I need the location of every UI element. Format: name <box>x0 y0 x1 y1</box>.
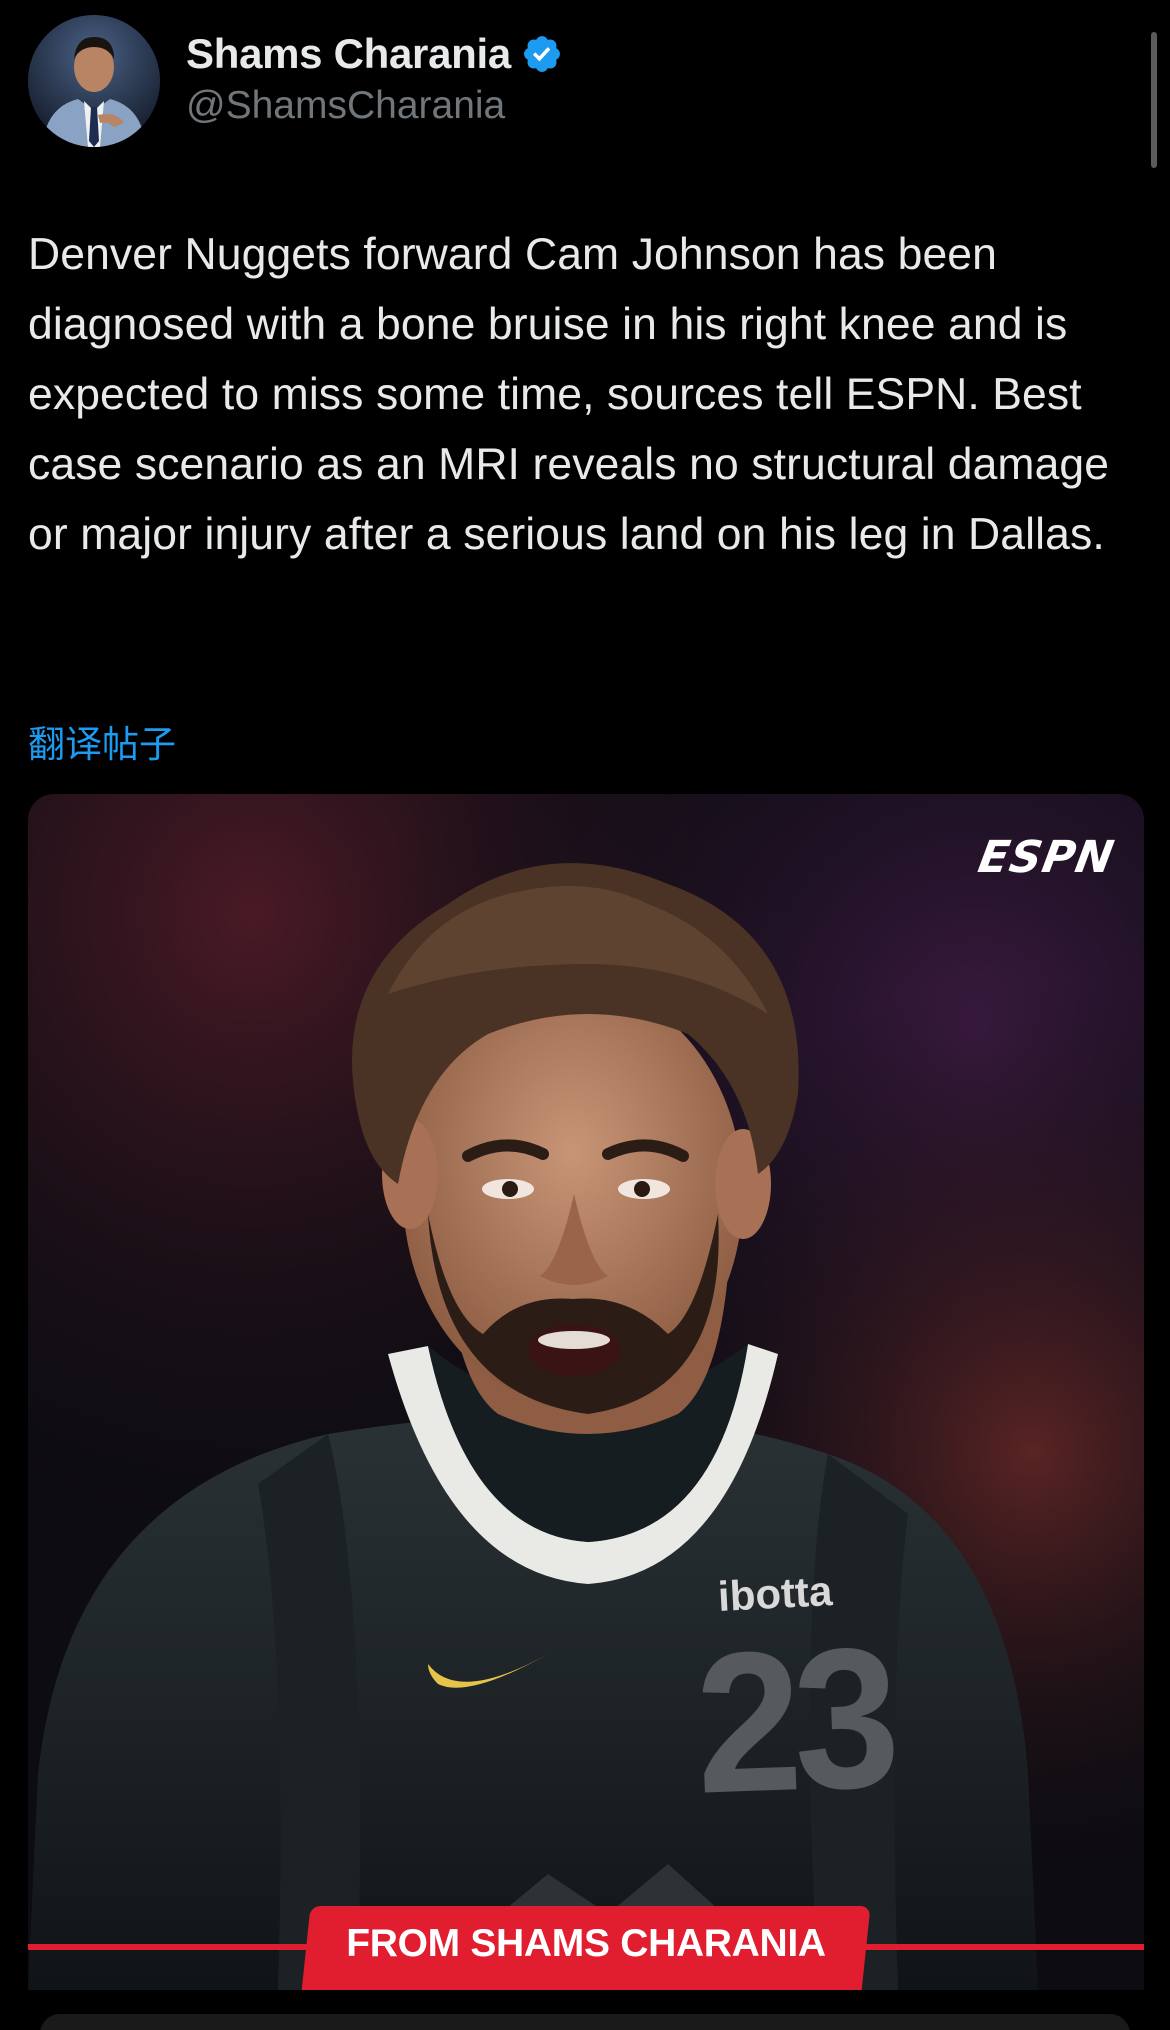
espn-logo: ESPN <box>974 832 1119 883</box>
verified-badge-icon[interactable] <box>521 33 563 75</box>
post-text: Denver Nuggets forward Cam Johnson has b… <box>28 230 1110 559</box>
display-name[interactable]: Shams Charania <box>186 30 511 78</box>
jersey-number: 23 <box>692 1606 895 1836</box>
post-image[interactable]: ESPN ibotta 23 FROM SHAMS CHARANIA <box>28 794 1144 1990</box>
name-row: Shams Charania <box>186 30 563 78</box>
reply-bar[interactable] <box>40 2014 1130 2030</box>
scrollbar[interactable] <box>1151 32 1157 168</box>
profile-photo-icon <box>28 15 160 147</box>
author-info: Shams Charania @ShamsCharania <box>186 30 563 128</box>
post-header: Shams Charania @ShamsCharania <box>28 14 563 148</box>
translate-post-link[interactable]: 翻译帖子 <box>28 714 176 768</box>
player-photo <box>28 794 1144 1990</box>
author-handle[interactable]: @ShamsCharania <box>186 84 563 128</box>
avatar[interactable] <box>28 15 160 147</box>
credit-banner-text: FROM SHAMS CHARANIA <box>346 1922 826 1965</box>
post-screen: Shams Charania @ShamsCharania Denver Nug… <box>0 0 1170 2030</box>
